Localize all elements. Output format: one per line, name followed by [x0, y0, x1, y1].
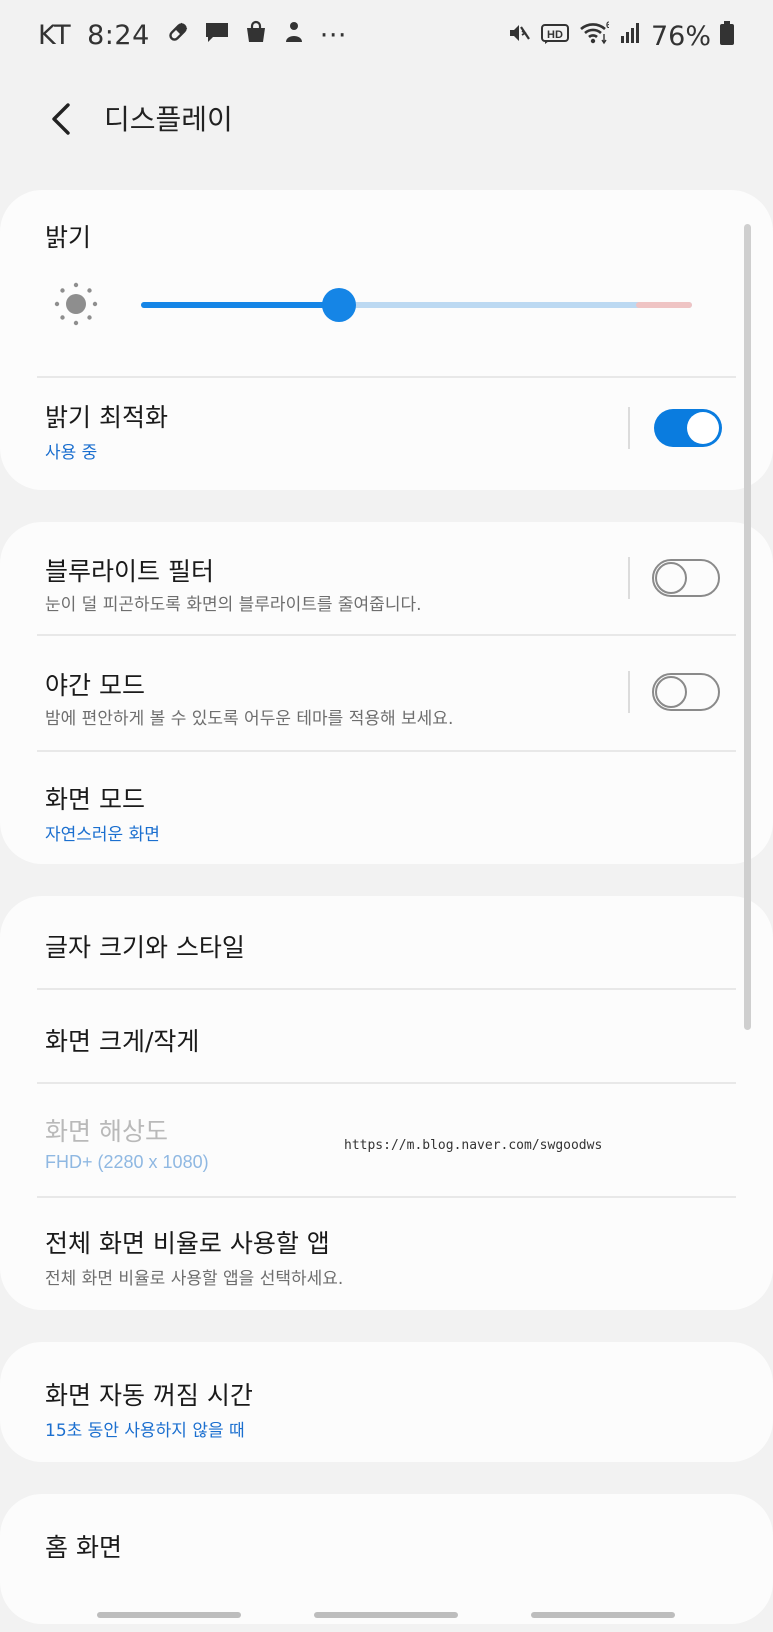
brightness-slider-high-zone — [636, 302, 692, 308]
home-screen-title: 홈 화면 — [45, 1533, 122, 1562]
scrollbar[interactable] — [744, 224, 751, 1030]
status-bar-left: KT 8:24 ··· — [38, 20, 363, 51]
mute-icon — [507, 21, 531, 52]
font-size-style-row[interactable]: 글자 크기와 스타일 — [0, 896, 773, 988]
screen-mode-value: 자연스러운 화면 — [45, 825, 160, 845]
screen-zoom-row[interactable]: 화면 크게/작게 — [0, 990, 773, 1082]
carrier-label: KT — [38, 20, 72, 51]
font-size-style-title: 글자 크기와 스타일 — [45, 933, 245, 962]
nav-home-hint[interactable] — [314, 1612, 458, 1618]
screen-timeout-row[interactable]: 화면 자동 꺼짐 시간 15초 동안 사용하지 않을 때 — [0, 1342, 773, 1462]
adaptive-brightness-status: 사용 중 — [45, 443, 98, 463]
battery-percent: 76% — [650, 21, 711, 52]
screen-mode-title: 화면 모드 — [45, 785, 145, 814]
more-notifications: ··· — [319, 20, 347, 51]
adaptive-brightness-toggle[interactable] — [654, 409, 722, 447]
toggle-separator — [628, 557, 630, 599]
brightness-slider-thumb[interactable] — [322, 288, 356, 322]
screen-zoom-title: 화면 크게/작게 — [45, 1027, 200, 1056]
display-settings-screen: KT 8:24 ··· HD 6 76% 디스플레이 밝기 밝기 최적화 사용 … — [0, 0, 773, 1632]
blue-light-filter-title: 블루라이트 필터 — [45, 557, 214, 586]
screen-resolution-value: FHD+ (2280 x 1080) — [45, 1152, 209, 1172]
screen-resolution-title: 화면 해상도 — [45, 1117, 168, 1146]
watermark-url: https://m.blog.naver.com/swgoodws — [344, 1138, 603, 1153]
dark-mode-desc: 밤에 편안하게 볼 수 있도록 어두운 테마를 적용해 보세요. — [45, 709, 454, 729]
battery-icon — [719, 20, 735, 53]
blue-light-filter-row[interactable]: 블루라이트 필터 눈이 덜 피곤하도록 화면의 블루라이트를 줄여줍니다. — [0, 522, 773, 634]
blue-light-filter-toggle[interactable] — [652, 559, 720, 597]
page-title: 디스플레이 — [104, 103, 233, 136]
gesture-nav-bar — [0, 1598, 773, 1632]
screen-filters-card: 블루라이트 필터 눈이 덜 피곤하도록 화면의 블루라이트를 줄여줍니다. 야간… — [0, 522, 773, 864]
message-icon — [204, 20, 230, 51]
wifi-icon: 6 — [579, 20, 611, 53]
pill-icon — [166, 20, 190, 51]
blue-light-filter-desc: 눈이 덜 피곤하도록 화면의 블루라이트를 줄여줍니다. — [45, 595, 422, 615]
toggle-separator — [628, 671, 630, 713]
hd-label: HD — [547, 29, 563, 41]
sun-icon — [52, 280, 100, 328]
home-screen-row[interactable]: 홈 화면 — [0, 1494, 773, 1594]
nav-recents-hint[interactable] — [97, 1612, 241, 1618]
dark-mode-toggle[interactable] — [652, 673, 720, 711]
brightness-card: 밝기 밝기 최적화 사용 중 — [0, 190, 773, 490]
screen-mode-row[interactable]: 화면 모드 자연스러운 화면 — [0, 752, 773, 864]
full-screen-apps-desc: 전체 화면 비율로 사용할 앱을 선택하세요. — [45, 1269, 344, 1289]
toggle-knob — [655, 562, 687, 594]
nav-back-hint[interactable] — [531, 1612, 675, 1618]
hd-voice-icon: HD — [540, 21, 569, 52]
adaptive-brightness-row[interactable]: 밝기 최적화 사용 중 — [0, 378, 773, 490]
person-icon — [282, 20, 306, 51]
status-time: 8:24 — [87, 20, 150, 51]
screen-timeout-value: 15초 동안 사용하지 않을 때 — [45, 1421, 245, 1441]
dark-mode-row[interactable]: 야간 모드 밤에 편안하게 볼 수 있도록 어두운 테마를 적용해 보세요. — [0, 636, 773, 748]
text-display-card: 글자 크기와 스타일 화면 크게/작게 화면 해상도 FHD+ (2280 x … — [0, 896, 773, 1310]
brightness-slider-fill — [141, 302, 339, 308]
screen-timeout-title: 화면 자동 꺼짐 시간 — [45, 1381, 253, 1410]
toggle-knob — [655, 676, 687, 708]
toggle-separator — [628, 407, 630, 449]
toggle-knob — [687, 412, 719, 444]
status-bar: KT 8:24 ··· HD 6 76% — [0, 0, 773, 78]
shopping-bag-icon — [244, 20, 268, 51]
app-header: 디스플레이 — [0, 78, 773, 178]
status-bar-right: HD 6 76% — [507, 20, 735, 53]
back-chevron-icon — [52, 103, 70, 135]
dark-mode-title: 야간 모드 — [45, 671, 145, 700]
full-screen-apps-row[interactable]: 전체 화면 비율로 사용할 앱 전체 화면 비율로 사용할 앱을 선택하세요. — [0, 1198, 773, 1310]
screen-timeout-card: 화면 자동 꺼짐 시간 15초 동안 사용하지 않을 때 — [0, 1342, 773, 1462]
signal-icon — [619, 21, 641, 52]
adaptive-brightness-title: 밝기 최적화 — [45, 403, 168, 432]
wifi-band-label: 6 — [606, 20, 609, 30]
back-button[interactable] — [38, 96, 84, 142]
full-screen-apps-title: 전체 화면 비율로 사용할 앱 — [45, 1229, 330, 1258]
brightness-title: 밝기 — [45, 223, 92, 252]
